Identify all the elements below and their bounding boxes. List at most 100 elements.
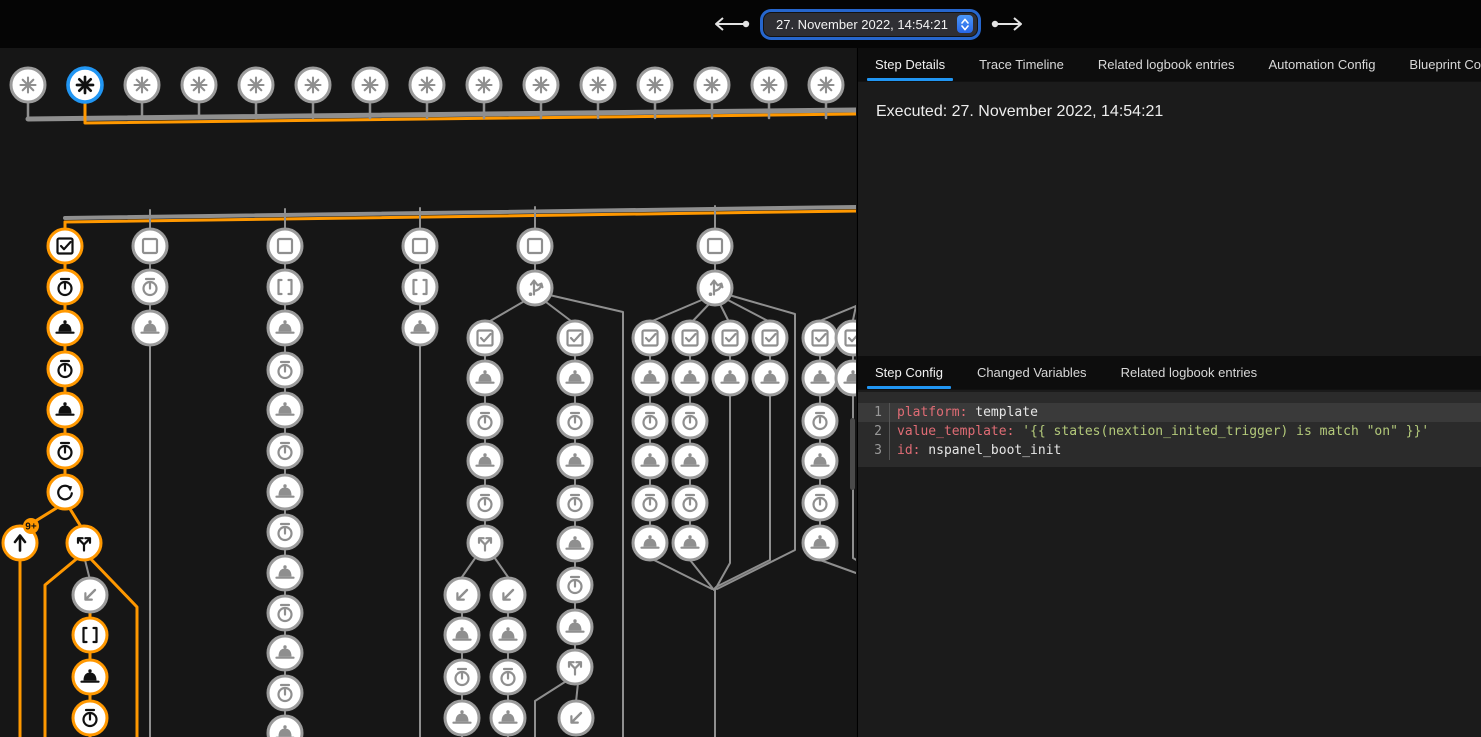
graph-node-trigger-asterisk-icon[interactable] bbox=[125, 68, 159, 102]
subtab-changed-variables[interactable]: Changed Variables bbox=[960, 356, 1104, 389]
graph-node-condition-blank-icon[interactable] bbox=[268, 229, 302, 263]
graph-node-delay-timer-icon[interactable] bbox=[468, 404, 502, 438]
graph-node-condition-checked-icon[interactable] bbox=[673, 321, 707, 355]
graph-node-trigger-asterisk-icon[interactable] bbox=[638, 68, 672, 102]
graph-node-delay-timer-icon[interactable] bbox=[268, 515, 302, 549]
graph-node-service-call-icon[interactable] bbox=[468, 444, 502, 478]
graph-node-service-call-icon[interactable] bbox=[633, 361, 667, 395]
graph-node-delay-timer-icon[interactable] bbox=[491, 660, 525, 694]
graph-node-service-call-icon[interactable] bbox=[268, 636, 302, 670]
graph-node-condition-checked-icon[interactable] bbox=[48, 229, 82, 263]
previous-run-arrow-icon[interactable] bbox=[712, 16, 750, 32]
graph-node-choose-split-icon[interactable] bbox=[518, 271, 552, 305]
code-line[interactable]: 2value_template: '{{ states(nextion_init… bbox=[858, 422, 1481, 441]
graph-node-delay-timer-icon[interactable] bbox=[673, 404, 707, 438]
graph-node-branch-fork-icon[interactable] bbox=[67, 526, 101, 560]
graph-node-service-call-icon[interactable] bbox=[633, 444, 667, 478]
graph-node-service-call-icon[interactable] bbox=[133, 311, 167, 345]
graph-node-service-call-icon[interactable] bbox=[268, 475, 302, 509]
graph-node-service-call-icon[interactable] bbox=[48, 311, 82, 345]
graph-node-condition-checked-icon[interactable] bbox=[836, 321, 856, 355]
tab-step-details[interactable]: Step Details bbox=[858, 48, 962, 81]
graph-node-arrow-bottom-left-icon[interactable] bbox=[491, 578, 525, 612]
yaml-code-editor[interactable]: 1platform: template2value_template: '{{ … bbox=[858, 392, 1481, 467]
graph-node-delay-timer-icon[interactable] bbox=[633, 486, 667, 520]
graph-node-condition-checked-icon[interactable] bbox=[753, 321, 787, 355]
graph-node-service-call-icon[interactable] bbox=[836, 361, 856, 395]
graph-node-delay-timer-icon[interactable] bbox=[673, 486, 707, 520]
graph-node-service-call-icon[interactable] bbox=[491, 618, 525, 652]
graph-node-condition-checked-icon[interactable] bbox=[468, 321, 502, 355]
graph-node-trigger-asterisk-icon[interactable] bbox=[182, 68, 216, 102]
graph-node-service-call-icon[interactable] bbox=[633, 526, 667, 560]
graph-node-delay-timer-icon[interactable] bbox=[73, 701, 107, 735]
graph-node-condition-blank-icon[interactable] bbox=[403, 229, 437, 263]
graph-node-trigger-asterisk-icon[interactable] bbox=[524, 68, 558, 102]
graph-node-code-brackets-icon[interactable] bbox=[403, 270, 437, 304]
graph-node-delay-timer-icon[interactable] bbox=[48, 352, 82, 386]
graph-node-service-call-icon[interactable] bbox=[268, 716, 302, 737]
graph-node-trigger-asterisk-icon[interactable] bbox=[11, 68, 45, 102]
graph-node-service-call-icon[interactable] bbox=[803, 361, 837, 395]
graph-node-arrow-bottom-left-icon[interactable] bbox=[73, 578, 107, 612]
graph-node-delay-timer-icon[interactable] bbox=[468, 486, 502, 520]
graph-node-delay-timer-icon[interactable] bbox=[803, 404, 837, 438]
graph-node-condition-checked-icon[interactable] bbox=[713, 321, 747, 355]
graph-node-service-call-icon[interactable] bbox=[753, 361, 787, 395]
graph-node-trigger-asterisk-icon[interactable] bbox=[752, 68, 786, 102]
graph-node-delay-timer-icon[interactable] bbox=[268, 353, 302, 387]
graph-node-repeat-icon[interactable] bbox=[48, 475, 82, 509]
graph-node-trigger-asterisk-icon[interactable] bbox=[467, 68, 501, 102]
graph-node-condition-blank-icon[interactable] bbox=[698, 229, 732, 263]
graph-node-delay-timer-icon[interactable] bbox=[48, 270, 82, 304]
graph-node-branch-fork-icon[interactable] bbox=[558, 650, 592, 684]
graph-node-choose-split-icon[interactable] bbox=[698, 271, 732, 305]
graph-node-trigger-asterisk-icon[interactable] bbox=[68, 68, 102, 102]
graph-node-branch-fork-icon[interactable] bbox=[468, 526, 502, 560]
graph-node-code-brackets-icon[interactable] bbox=[268, 270, 302, 304]
graph-node-service-call-icon[interactable] bbox=[558, 361, 592, 395]
graph-node-trigger-asterisk-icon[interactable] bbox=[410, 68, 444, 102]
graph-node-delay-timer-icon[interactable] bbox=[803, 486, 837, 520]
graph-node-trigger-asterisk-icon[interactable] bbox=[581, 68, 615, 102]
graph-node-delay-timer-icon[interactable] bbox=[558, 404, 592, 438]
graph-node-condition-checked-icon[interactable] bbox=[803, 321, 837, 355]
graph-node-service-call-icon[interactable] bbox=[558, 610, 592, 644]
graph-node-trigger-asterisk-icon[interactable] bbox=[809, 68, 843, 102]
graph-node-trigger-asterisk-icon[interactable] bbox=[296, 68, 330, 102]
graph-node-trigger-asterisk-icon[interactable] bbox=[695, 68, 729, 102]
graph-node-service-call-icon[interactable] bbox=[803, 526, 837, 560]
graph-node-service-call-icon[interactable] bbox=[491, 701, 525, 735]
graph-node-service-call-icon[interactable] bbox=[445, 701, 479, 735]
graph-node-delay-timer-icon[interactable] bbox=[558, 486, 592, 520]
subtab-step-config[interactable]: Step Config bbox=[858, 356, 960, 389]
graph-node-delay-timer-icon[interactable] bbox=[133, 270, 167, 304]
graph-node-service-call-icon[interactable] bbox=[558, 444, 592, 478]
subtab-related-logbook-entries[interactable]: Related logbook entries bbox=[1104, 356, 1275, 389]
graph-node-service-call-icon[interactable] bbox=[445, 618, 479, 652]
run-picker-select[interactable]: 27. November 2022, 14:54:21 bbox=[764, 13, 977, 36]
tab-automation-config[interactable]: Automation Config bbox=[1251, 48, 1392, 81]
graph-node-service-call-icon[interactable] bbox=[673, 361, 707, 395]
graph-node-condition-checked-icon[interactable] bbox=[633, 321, 667, 355]
tab-trace-timeline[interactable]: Trace Timeline bbox=[962, 48, 1081, 81]
graph-scrollbar[interactable] bbox=[850, 418, 855, 490]
graph-node-condition-blank-icon[interactable] bbox=[518, 229, 552, 263]
graph-node-service-call-icon[interactable] bbox=[803, 444, 837, 478]
graph-node-service-call-icon[interactable] bbox=[673, 526, 707, 560]
graph-node-delay-timer-icon[interactable] bbox=[268, 434, 302, 468]
code-line[interactable]: 1platform: template bbox=[858, 403, 1481, 422]
graph-node-service-call-icon[interactable] bbox=[558, 527, 592, 561]
graph-node-service-call-icon[interactable] bbox=[268, 556, 302, 590]
graph-node-service-call-icon[interactable] bbox=[468, 361, 502, 395]
graph-node-delay-timer-icon[interactable] bbox=[268, 596, 302, 630]
code-line[interactable]: 3id: nspanel_boot_init bbox=[858, 441, 1481, 460]
graph-node-arrow-bottom-left-icon[interactable] bbox=[559, 701, 593, 735]
graph-node-condition-blank-icon[interactable] bbox=[133, 229, 167, 263]
graph-node-service-call-icon[interactable] bbox=[673, 444, 707, 478]
graph-node-arrow-bottom-left-icon[interactable] bbox=[445, 578, 479, 612]
next-run-arrow-icon[interactable] bbox=[991, 16, 1025, 32]
graph-node-service-call-icon[interactable] bbox=[48, 393, 82, 427]
graph-node-delay-timer-icon[interactable] bbox=[445, 660, 479, 694]
graph-node-delay-timer-icon[interactable] bbox=[633, 404, 667, 438]
